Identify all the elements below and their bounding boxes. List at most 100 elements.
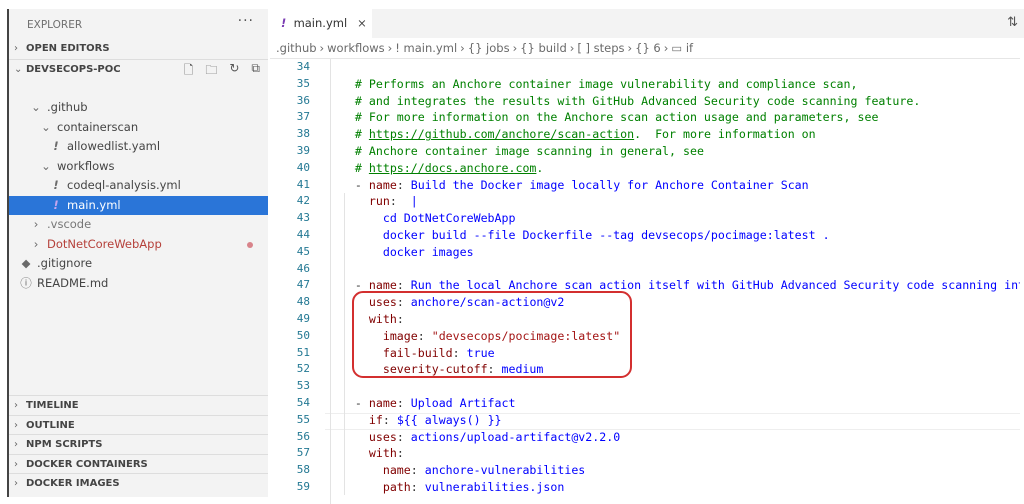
code-link[interactable]: https://docs.anchore.com bbox=[369, 161, 537, 175]
breadcrumb-separator-icon: › bbox=[512, 41, 518, 55]
line-number: 57 bbox=[296, 446, 310, 460]
line-number: 58 bbox=[296, 463, 310, 477]
section-timeline[interactable]: › TIMELINE bbox=[9, 395, 268, 415]
tree-item[interactable]: › .vscode bbox=[9, 215, 268, 235]
line-number: 55 bbox=[296, 412, 310, 426]
code-line: # and integrates the results with GitHub… bbox=[327, 94, 920, 108]
code-token: # Anchore container image scanning in ge… bbox=[354, 144, 704, 158]
tree-item[interactable]: › DotNetCoreWebApp bbox=[9, 235, 268, 255]
code-token: name bbox=[368, 177, 397, 192]
section-docker-containers[interactable]: › DOCKER CONTAINERS bbox=[9, 453, 268, 474]
code-token: # For more information on the Anchore sc… bbox=[354, 110, 879, 125]
code-token: actions/upload-artifact@v2.2.0 bbox=[410, 429, 621, 444]
breadcrumb-separator-icon: › bbox=[460, 41, 465, 55]
tree-item[interactable]: ⌄ workflows bbox=[9, 157, 268, 177]
code-line: # https://github.com/anchore/scan-action… bbox=[327, 127, 816, 141]
line-number: 40 bbox=[296, 160, 310, 174]
line-number: 42 bbox=[296, 194, 310, 208]
code-token: docker build --file Dockerfile --tag dev… bbox=[382, 228, 830, 242]
tree-item[interactable]: ⌄ containerscan bbox=[9, 118, 268, 138]
chevron-right-icon: › bbox=[14, 458, 18, 470]
chevron-down-icon: ⌄ bbox=[31, 100, 41, 114]
chevron-down-icon: ⌄ bbox=[14, 64, 23, 75]
code-token: name bbox=[368, 396, 397, 410]
code-token: : bbox=[396, 429, 411, 444]
tree-item[interactable]: ◆ .gitignore bbox=[9, 254, 268, 274]
code-line: docker build --file Dockerfile --tag dev… bbox=[327, 228, 830, 242]
code-token: : bbox=[382, 412, 397, 427]
section-open-editors[interactable]: › OPEN EDITORS bbox=[9, 39, 268, 59]
close-icon[interactable]: × bbox=[357, 16, 367, 30]
line-number: 39 bbox=[296, 144, 310, 157]
line-number: 59 bbox=[296, 480, 310, 493]
section-label: OUTLINE bbox=[26, 419, 75, 431]
code-line: - name: Upload Artifact bbox=[327, 396, 516, 410]
compare-changes-icon[interactable]: ⇅ bbox=[1007, 15, 1018, 30]
breadcrumb-item[interactable]: workflows bbox=[327, 41, 385, 55]
tab-bar: ! main.yml × ⇅ bbox=[270, 9, 1024, 38]
code-token: # bbox=[354, 127, 369, 142]
section-label: DOCKER IMAGES bbox=[26, 478, 120, 489]
tree-item[interactable]: ! main.yml bbox=[9, 195, 268, 215]
breadcrumb-separator-icon: › bbox=[387, 41, 393, 55]
code-token: : bbox=[389, 194, 411, 209]
tab-main-yml[interactable]: ! main.yml × bbox=[270, 9, 372, 38]
code-token: . For more information on bbox=[634, 127, 816, 142]
chevron-right-icon: › bbox=[33, 236, 39, 251]
tree-item[interactable]: ⓘ README.md bbox=[9, 274, 268, 294]
tree-item[interactable]: ! allowedlist.yaml bbox=[9, 137, 268, 157]
new-folder-icon[interactable]: 🗀 bbox=[205, 61, 217, 82]
breadcrumb-item[interactable]: [ ] steps bbox=[577, 41, 624, 55]
code-link[interactable]: https://github.com/anchore/scan-action bbox=[369, 127, 634, 141]
breadcrumb-item[interactable]: {} build bbox=[520, 41, 567, 55]
yaml-file-icon: ! bbox=[53, 197, 59, 212]
code-line: docker images bbox=[327, 245, 474, 259]
section-label: DOCKER CONTAINERS bbox=[26, 458, 148, 470]
code-token: uses bbox=[368, 429, 397, 444]
line-number: 51 bbox=[296, 345, 310, 359]
breadcrumb-item[interactable]: {} 6 bbox=[635, 41, 661, 55]
new-file-icon[interactable]: 🗋 bbox=[184, 61, 194, 82]
code-token: : bbox=[410, 480, 425, 494]
code-line: if: ${{ always() }} bbox=[327, 413, 502, 427]
tree-item-label: workflows bbox=[57, 158, 115, 173]
yaml-file-icon: ! bbox=[53, 178, 59, 192]
section-npm-scripts[interactable]: › NPM SCRIPTS bbox=[9, 434, 268, 454]
code-line: name: anchore-vulnerabilities bbox=[327, 463, 585, 477]
chevron-right-icon: › bbox=[14, 43, 18, 54]
code-line: with: bbox=[327, 446, 404, 460]
chevron-right-icon: › bbox=[33, 217, 39, 231]
breadcrumb-separator-icon: › bbox=[627, 41, 633, 55]
breadcrumb-item[interactable]: {} jobs bbox=[468, 41, 510, 55]
more-actions-icon[interactable]: ··· bbox=[238, 13, 254, 29]
code-token: # and integrates the results with GitHub… bbox=[354, 93, 921, 108]
breadcrumb-item[interactable]: ▭ if bbox=[671, 41, 693, 55]
code-token: | bbox=[410, 194, 418, 209]
collapse-all-icon[interactable]: ⧉ bbox=[251, 61, 260, 82]
section-label: TIMELINE bbox=[26, 400, 79, 411]
code-editor[interactable]: 34 35 # Performs an Anchore container ima… bbox=[270, 58, 1020, 504]
line-number: 38 bbox=[296, 127, 310, 141]
code-line: # Performs an Anchore container image vu… bbox=[327, 77, 858, 91]
line-number: 44 bbox=[296, 228, 310, 241]
tree-item-label: containerscan bbox=[57, 119, 139, 134]
explorer-toolbar: 🗋 🗀 ↻ ⧉ bbox=[184, 61, 260, 82]
section-docker-images[interactable]: › DOCKER IMAGES bbox=[9, 473, 268, 493]
tree-item-label: README.md bbox=[37, 275, 109, 290]
tree-item[interactable]: ! codeql-analysis.yml bbox=[9, 176, 268, 196]
breadcrumb-item[interactable]: .github bbox=[276, 41, 317, 55]
refresh-icon[interactable]: ↻ bbox=[229, 61, 239, 82]
tree-item[interactable]: ⌄ .github bbox=[9, 98, 268, 118]
breadcrumb-item[interactable]: ! main.yml bbox=[395, 41, 457, 55]
section-outline[interactable]: › OUTLINE bbox=[9, 414, 268, 435]
